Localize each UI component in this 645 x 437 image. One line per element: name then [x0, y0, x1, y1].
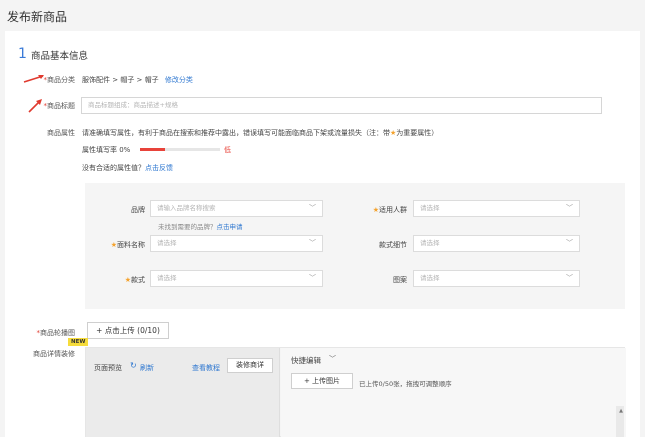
refresh-link[interactable]: 刷新	[140, 363, 154, 373]
detail-select[interactable]: 请选择 ﹀	[413, 235, 580, 252]
scroll-up-icon[interactable]: ▲	[619, 408, 623, 414]
notice-note-close: 为重要属性）	[396, 129, 439, 137]
brand-hint-text: 未找到需要的品牌？	[158, 223, 217, 231]
pattern-placeholder: 请选择	[420, 274, 440, 282]
missing-attr-prompt: 没有合适的属性值？点击反馈	[82, 163, 173, 173]
fill-rate-bar	[140, 148, 165, 151]
apply-brand-link[interactable]: 点击申请	[217, 223, 243, 231]
style-label: ★款式	[85, 275, 145, 285]
audience-select[interactable]: 请选择 ﹀	[413, 200, 580, 217]
category-value: 服饰配件 > 帽子 > 帽子 修改分类	[82, 75, 193, 85]
tutorial-link[interactable]: 查看教程	[192, 363, 220, 373]
detail-editor-label: 商品详情装修	[33, 350, 75, 358]
chevron-down-icon: ﹀	[309, 204, 316, 212]
pattern-label: 图案	[393, 276, 407, 284]
attributes-notice: 请准确填写属性，有利于商品在搜索和推荐中露出，错误填写可能面临商品下架或流量损失…	[82, 128, 438, 138]
attribute-panel: 品牌 请输入品牌名称搜索 ﹀ 未找到需要的品牌？点击申请 ★适用人群 请选择 ﹀ ★…	[85, 183, 625, 309]
notice-text: 请准确填写属性，有利于商品在搜索和推荐中露出，错误填写可能面临商品下架或流量损失	[82, 129, 362, 137]
brand-select[interactable]: 请输入品牌名称搜索 ﹀	[150, 200, 323, 217]
main-images-label: *商品轮播图	[5, 328, 76, 338]
style-label-text: 款式	[131, 276, 145, 284]
detail-editor: 页面预览 ↻ 刷新 查看教程 装修商详 快捷编辑 ﹀ + 上传图片 已上传0/5…	[85, 347, 626, 437]
fill-rate-level: 低	[224, 146, 231, 154]
pattern-select[interactable]: 请选择 ﹀	[413, 270, 580, 287]
upload-hint: 已上传0/50张，拖拽可调整顺序	[359, 380, 452, 388]
style-placeholder: 请选择	[157, 274, 177, 282]
main-images-label-text: 商品轮播图	[40, 329, 75, 337]
refresh-icon[interactable]: ↻	[130, 361, 137, 370]
page-title: 发布新商品	[7, 10, 68, 24]
detail-label: 款式细节	[379, 241, 407, 249]
chevron-down-icon: ﹀	[566, 239, 573, 247]
audience-label-text: 适用人群	[379, 206, 407, 214]
style-select[interactable]: 请选择 ﹀	[150, 270, 323, 287]
chevron-down-icon[interactable]: ﹀	[329, 354, 336, 364]
audience-label: ★适用人群	[347, 205, 407, 215]
fabric-placeholder: 请选择	[157, 239, 177, 247]
preview-pane: 页面预览 ↻ 刷新 查看教程 装修商详	[86, 348, 280, 437]
attributes-label: 商品属性	[47, 129, 75, 137]
fabric-select[interactable]: 请选择 ﹀	[150, 235, 323, 252]
brand-placeholder: 请输入品牌名称搜索	[157, 204, 216, 212]
decorate-button[interactable]: 装修商详	[227, 358, 273, 373]
category-label-text: 商品分类	[47, 76, 75, 84]
category-label: *商品分类	[5, 75, 76, 85]
section-title: 商品基本信息	[31, 51, 89, 62]
new-badge: NEW	[68, 338, 89, 346]
section-number: 1	[18, 46, 27, 62]
upload-detail-image-button[interactable]: + 上传图片	[291, 373, 353, 389]
chevron-down-icon: ﹀	[566, 274, 573, 282]
fabric-label: ★面料名称	[85, 240, 145, 250]
chevron-down-icon: ﹀	[566, 204, 573, 212]
brand-hint: 未找到需要的品牌？点击申请	[158, 221, 243, 231]
chevron-down-icon: ﹀	[309, 274, 316, 282]
title-label: *商品标题	[5, 101, 76, 111]
chevron-down-icon: ﹀	[309, 239, 316, 247]
missing-attr-text: 没有合适的属性值？	[82, 164, 145, 172]
detail-placeholder: 请选择	[420, 239, 440, 247]
audience-placeholder: 请选择	[420, 204, 440, 212]
brand-label: 品牌	[131, 206, 145, 214]
notice-note-open: （注：带	[362, 129, 390, 137]
category-path: 服饰配件 > 帽子 > 帽子	[82, 76, 159, 84]
preview-label: 页面预览	[94, 364, 122, 372]
fabric-label-text: 面料名称	[117, 241, 145, 249]
title-label-text: 商品标题	[47, 102, 75, 110]
edit-category-link[interactable]: 修改分类	[165, 76, 193, 84]
product-form-card: 1 商品基本信息 *商品分类 服饰配件 > 帽子 > 帽子 修改分类 *商品标题…	[5, 31, 640, 437]
upload-images-button[interactable]: + 点击上传 (0/10)	[87, 322, 169, 339]
feedback-link[interactable]: 点击反馈	[145, 164, 173, 172]
quick-edit-pane: 快捷编辑 ﹀ + 上传图片 已上传0/50张，拖拽可调整顺序 ▲	[281, 348, 626, 437]
title-input[interactable]: 商品标题组成：商品描述+规格	[81, 97, 602, 114]
quick-edit-label[interactable]: 快捷编辑	[291, 355, 321, 366]
fill-rate-label: 属性填写率 0%	[82, 146, 131, 154]
